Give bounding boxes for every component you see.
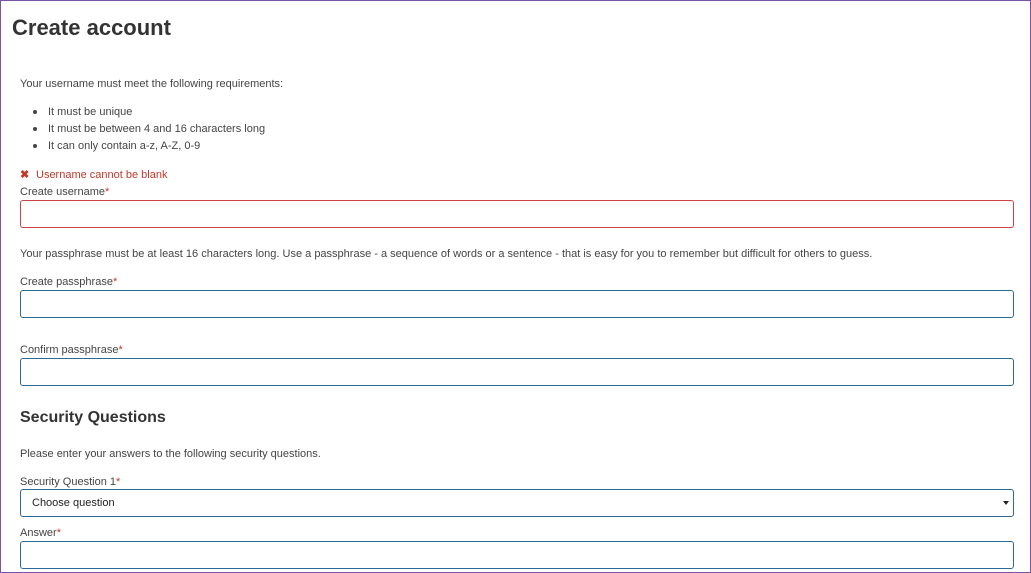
security-question-1-select[interactable]: Choose question (20, 489, 1014, 517)
confirm-passphrase-input[interactable] (20, 358, 1014, 386)
username-input[interactable] (20, 200, 1014, 228)
answer-input[interactable] (20, 541, 1014, 569)
page-title: Create account (12, 15, 171, 40)
chevron-down-icon (1003, 501, 1009, 505)
required-marker: * (56, 527, 61, 539)
security-question-1-label: Security Question 1* (20, 476, 120, 488)
security-questions-intro: Please enter your answers to the followi… (20, 448, 321, 460)
requirement-item: It can only contain a-z, A-Z, 0-9 (29, 139, 265, 156)
requirement-item: It must be between 4 and 16 characters l… (29, 122, 265, 139)
username-error-text: Username cannot be blank (36, 168, 168, 181)
username-requirements-intro: Your username must meet the following re… (20, 78, 284, 90)
confirm-passphrase-label: Confirm passphrase* (20, 344, 123, 356)
security-question-1-label-text: Security Question 1 (20, 476, 116, 488)
create-passphrase-label-text: Create passphrase (20, 276, 113, 288)
passphrase-intro: Your passphrase must be at least 16 char… (20, 248, 873, 260)
security-question-1-selected: Choose question (32, 497, 115, 509)
required-marker: * (105, 186, 110, 198)
required-marker: * (112, 276, 118, 288)
confirm-passphrase-label-text: Confirm passphrase (20, 344, 119, 356)
create-passphrase-label: Create passphrase* (20, 276, 117, 288)
create-passphrase-input[interactable] (20, 290, 1014, 318)
username-label: Create username* (20, 186, 109, 198)
security-questions-title: Security Questions (20, 409, 166, 426)
username-label-text: Create username (20, 186, 105, 198)
requirement-item: It must be unique (29, 105, 265, 122)
error-x-icon: ✖ (20, 169, 30, 181)
answer-label: Answer* (20, 527, 61, 539)
username-requirements-list: It must be unique It must be between 4 a… (29, 105, 265, 156)
required-marker: * (116, 476, 121, 488)
page-frame: Create account Your username must meet t… (0, 0, 1031, 573)
username-error-message: ✖ Username cannot be blank (20, 168, 168, 182)
required-marker: * (118, 344, 123, 356)
answer-label-text: Answer (20, 527, 57, 539)
